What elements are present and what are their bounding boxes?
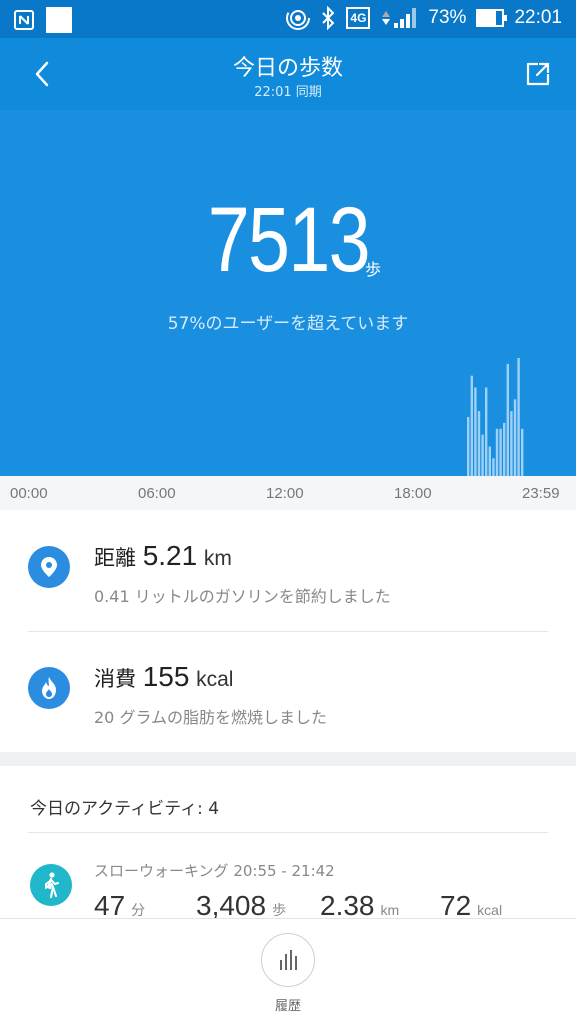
time-label-end: 23:59 — [522, 485, 560, 502]
status-right: 4G 73% 22:01 — [286, 6, 562, 30]
hotspot-icon — [286, 6, 311, 30]
activity-calories-value: 72 — [440, 890, 472, 921]
calories-row: 消費 155 kcal — [94, 661, 233, 693]
flame-icon — [42, 677, 56, 699]
histogram-bar — [517, 358, 520, 476]
histogram-bar — [470, 375, 473, 476]
histogram-bar — [499, 428, 502, 476]
activity-distance-unit: km — [380, 902, 400, 918]
top-app-bar: 今日の歩数 22:01 同期 — [0, 38, 576, 110]
activity-name: スローウォーキング 20:55 - 21:42 — [94, 862, 335, 880]
battery-icon — [476, 9, 508, 27]
histogram-bar — [485, 387, 488, 476]
time-axis: 00:00 06:00 12:00 18:00 23:59 — [0, 476, 576, 510]
status-left — [14, 7, 72, 33]
distance-icon-badge — [28, 546, 70, 588]
histogram-bar — [467, 417, 470, 476]
histogram-bar — [474, 387, 477, 476]
history-label: 履歴 — [274, 999, 301, 1014]
activity-distance-value: 2.38 — [320, 890, 375, 921]
histogram-bar — [521, 428, 524, 476]
hero-panel: 今日の歩数 22:01 同期 7513 歩 57%のユーザーを超えています — [0, 38, 576, 476]
divider — [28, 832, 548, 833]
steps-summary: 7513 — [0, 188, 576, 293]
bluetooth-icon — [322, 6, 335, 30]
stats-card: 距離 5.21 km 0.41 リットルのガソリンを節約しました 消費 155 … — [0, 510, 576, 752]
bottom-navigation: 履歴 — [0, 918, 576, 1024]
percentile-text: 57%のユーザーを超えています — [167, 314, 409, 334]
bar-chart-icon — [294, 956, 297, 970]
histogram-bar — [488, 446, 491, 476]
battery-fill — [478, 11, 496, 25]
battery-percent: 73% — [428, 7, 467, 28]
time-label-12: 12:00 — [266, 485, 304, 502]
time-label-6: 06:00 — [138, 485, 176, 502]
activity-duration-value: 47 — [94, 890, 126, 921]
activity-calories-unit: kcal — [477, 902, 503, 918]
activity-steps-unit: 歩 — [272, 902, 287, 918]
status-bar: 4G 73% 22:01 — [0, 0, 576, 38]
calories-value: 155 — [142, 661, 190, 692]
bar-chart-icon — [289, 950, 292, 970]
distance-row: 距離 5.21 km — [94, 540, 232, 572]
histogram-bar — [481, 434, 484, 476]
calories-icon-badge — [28, 667, 70, 709]
histogram-bar — [477, 411, 481, 476]
time-label-18: 18:00 — [394, 485, 432, 502]
sync-time: 22:01 同期 — [254, 85, 322, 100]
history-button[interactable] — [261, 933, 315, 987]
clock: 22:01 — [514, 7, 562, 28]
signal-icon — [382, 8, 417, 28]
network-type: 4G — [346, 7, 371, 29]
activity-steps-value: 3,408 — [196, 890, 267, 921]
walking-person-icon — [45, 872, 59, 899]
page-title: 今日の歩数 — [232, 56, 343, 81]
time-label-start: 00:00 — [10, 485, 48, 502]
histogram-bar — [506, 363, 509, 476]
steps-unit: 歩 — [365, 260, 382, 279]
steps-count: 7513 — [207, 189, 370, 291]
histogram-bar — [513, 399, 517, 476]
activity-duration-unit: 分 — [131, 902, 146, 918]
nfc-icon — [14, 10, 34, 30]
histogram-bar — [503, 422, 506, 476]
bar-chart-icon — [279, 960, 282, 970]
distance-label: 距離 — [94, 546, 136, 570]
share-button[interactable] — [524, 60, 552, 88]
divider — [28, 631, 548, 632]
histogram-bar — [492, 458, 495, 476]
distance-unit: km — [203, 547, 232, 570]
histogram-bar — [510, 411, 513, 476]
activities-title: 今日のアクティビティ: 4 — [30, 799, 220, 819]
calories-label: 消費 — [94, 667, 136, 691]
notification-square-icon — [46, 7, 72, 33]
section-gap — [0, 752, 576, 766]
distance-sub: 0.41 リットルのガソリンを節約しました — [94, 587, 391, 606]
calories-unit: kcal — [196, 668, 234, 691]
distance-value: 5.21 — [142, 540, 198, 571]
share-icon — [526, 62, 550, 86]
location-pin-icon — [41, 557, 57, 577]
bar-chart-icon — [284, 954, 287, 970]
calories-sub: 20 グラムの脂肪を燃焼しました — [94, 708, 327, 727]
activity-icon-badge[interactable] — [30, 864, 72, 906]
histogram-bar — [495, 428, 499, 476]
